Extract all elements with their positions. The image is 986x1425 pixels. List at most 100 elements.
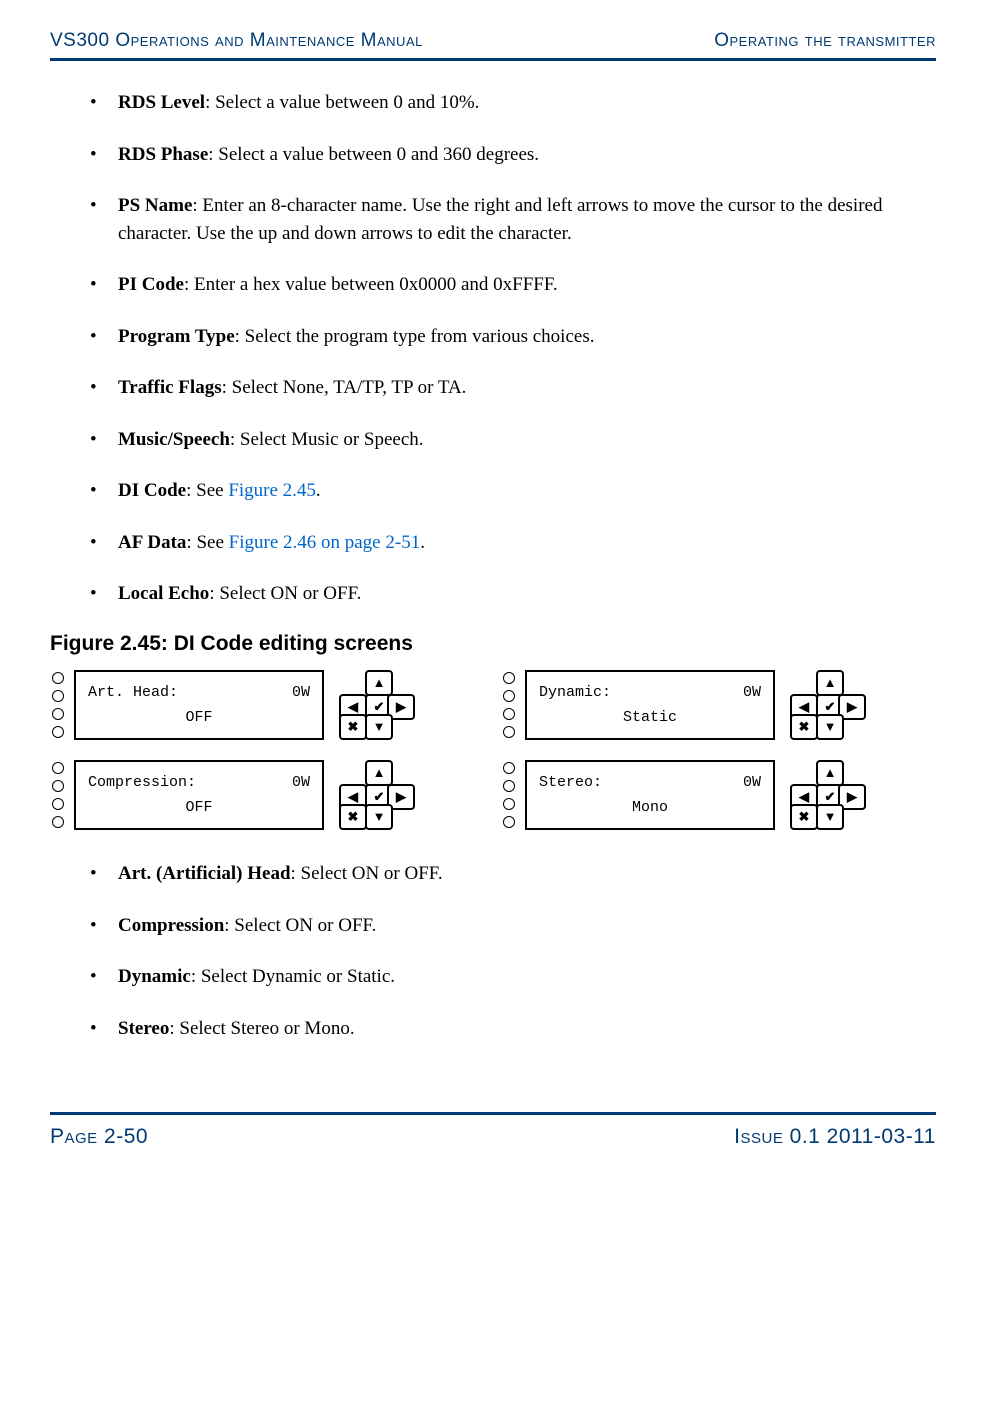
led-icon (503, 780, 515, 792)
bullet-label: PS Name (118, 195, 192, 216)
cancel-icon[interactable]: ✖ (339, 714, 367, 740)
lcd-label: Stereo: (539, 774, 602, 791)
lcd-value: OFF (88, 709, 310, 726)
bullet-list-top: RDS Level: Select a value between 0 and … (90, 89, 936, 608)
bullet-text: : See (186, 480, 228, 501)
bullet-item: RDS Phase: Select a value between 0 and … (90, 141, 936, 169)
figure-grid: Art. Head: 0W OFF ▲ ◀ ✔ ▶ ✖ ▼ Dynamic: 0W … (50, 668, 936, 832)
arrow-down-icon[interactable]: ▼ (816, 714, 844, 740)
keypad: ▲ ◀ ✔ ▶ ✖ ▼ (332, 760, 422, 830)
lcd-right: 0W (292, 774, 310, 791)
led-icon (503, 726, 515, 738)
bullet-item: Music/Speech: Select Music or Speech. (90, 426, 936, 454)
cancel-icon[interactable]: ✖ (790, 714, 818, 740)
xref-link[interactable]: Figure 2.45 (228, 480, 316, 501)
led-icon (503, 816, 515, 828)
bullet-text: : Select a value between 0 and 360 degre… (208, 144, 539, 165)
lcd-screen: Stereo:0W Mono (525, 760, 775, 830)
bullet-item: Dynamic: Select Dynamic or Static. (90, 963, 936, 991)
bullet-label: AF Data (118, 532, 186, 553)
bullet-item: Local Echo: Select ON or OFF. (90, 580, 936, 608)
screen-unit: Compression:0W OFF ▲ ◀ ✔ ▶ ✖ ▼ (50, 758, 485, 832)
figure-title: Figure 2.45: DI Code editing screens (50, 632, 936, 656)
led-icon (503, 708, 515, 720)
footer-left: Page 2-50 (50, 1125, 148, 1149)
led-column (501, 758, 517, 832)
bullet-label: Stereo (118, 1018, 169, 1039)
led-icon (503, 762, 515, 774)
led-icon (503, 798, 515, 810)
header-rule (50, 58, 936, 61)
bullet-label: Program Type (118, 326, 235, 347)
lcd-screen: Dynamic: 0W Static (525, 670, 775, 740)
bullet-label: RDS Level (118, 92, 205, 113)
bullet-label: Local Echo (118, 583, 209, 604)
keypad: ▲ ◀ ✔ ▶ ✖ ▼ (783, 760, 873, 830)
bullet-label: Music/Speech (118, 429, 230, 450)
bullet-text: : Select the program type from various c… (235, 326, 595, 347)
lcd-right: 0W (743, 684, 761, 701)
lcd-label: Art. Head: (88, 684, 178, 701)
bullet-item: AF Data: See Figure 2.46 on page 2-51. (90, 529, 936, 557)
bullet-label: Compression (118, 915, 224, 936)
arrow-down-icon[interactable]: ▼ (816, 804, 844, 830)
lcd-right: 0W (292, 684, 310, 701)
lcd-label: Dynamic: (539, 684, 611, 701)
keypad: ▲ ◀ ✔ ▶ ✖ ▼ (332, 670, 422, 740)
footer-right: Issue 0.1 2011-03-11 (734, 1125, 936, 1149)
bullet-item: Stereo: Select Stereo or Mono. (90, 1015, 936, 1043)
bullet-text: : Select ON or OFF. (209, 583, 361, 604)
lcd-label: Compression: (88, 774, 196, 791)
arrow-down-icon[interactable]: ▼ (365, 804, 393, 830)
led-icon (52, 816, 64, 828)
arrow-down-icon[interactable]: ▼ (365, 714, 393, 740)
led-icon (52, 726, 64, 738)
screen-unit: Dynamic:0W Static ▲ ◀ ✔ ▶ ✖ ▼ (501, 668, 936, 742)
header-right: Operating the transmitter (714, 30, 936, 52)
bullet-text: : Select Dynamic or Static. (191, 966, 395, 987)
bullet-label: PI Code (118, 274, 184, 295)
led-icon (503, 672, 515, 684)
bullet-text: : Select None, TA/TP, TP or TA. (222, 377, 467, 398)
bullet-item: Traffic Flags: Select None, TA/TP, TP or… (90, 374, 936, 402)
bullet-text: : Select Music or Speech. (230, 429, 424, 450)
led-icon (52, 762, 64, 774)
bullet-text: . (316, 480, 321, 501)
bullet-label: Art. (Artificial) Head (118, 863, 291, 884)
bullet-text: : Select ON or OFF. (224, 915, 376, 936)
bullet-text: : See (186, 532, 228, 553)
bullet-list-bottom: Art. (Artificial) Head : Select ON or OFF… (90, 860, 936, 1042)
lcd-screen: Compression:0W OFF (74, 760, 324, 830)
arrow-up-icon[interactable]: ▲ (365, 760, 393, 786)
led-icon (52, 672, 64, 684)
bullet-label: RDS Phase (118, 144, 208, 165)
led-icon (52, 708, 64, 720)
bullet-item: PI Code: Enter a hex value between 0x000… (90, 271, 936, 299)
bullet-label: Dynamic (118, 966, 191, 987)
bullet-text: : Select a value between 0 and 10%. (205, 92, 479, 113)
cancel-icon[interactable]: ✖ (790, 804, 818, 830)
bullet-text: . (420, 532, 425, 553)
arrow-up-icon[interactable]: ▲ (816, 760, 844, 786)
bullet-item: DI Code: See Figure 2.45. (90, 477, 936, 505)
led-icon (503, 690, 515, 702)
arrow-up-icon[interactable]: ▲ (816, 670, 844, 696)
xref-link[interactable]: Figure 2.46 on page 2-51 (229, 532, 421, 553)
led-column (50, 758, 66, 832)
bullet-text: : Select Stereo or Mono. (169, 1018, 354, 1039)
led-column (50, 668, 66, 742)
bullet-item: Program Type: Select the program type fr… (90, 323, 936, 351)
page-header: VS300 Operations and Maintenance Manual … (50, 30, 936, 58)
bullet-text: : Enter an 8-character name. Use the rig… (118, 195, 882, 244)
page-footer: Page 2-50 Issue 0.1 2011-03-11 (50, 1125, 936, 1149)
bullet-text: : Enter a hex value between 0x0000 and 0… (184, 274, 558, 295)
screen-unit: Art. Head: 0W OFF ▲ ◀ ✔ ▶ ✖ ▼ (50, 668, 485, 742)
bullet-item: PS Name: Enter an 8-character name. Use … (90, 192, 936, 247)
screen-unit: Stereo:0W Mono ▲ ◀ ✔ ▶ ✖ ▼ (501, 758, 936, 832)
lcd-value: Static (539, 709, 761, 726)
arrow-up-icon[interactable]: ▲ (365, 670, 393, 696)
lcd-value: Mono (539, 799, 761, 816)
cancel-icon[interactable]: ✖ (339, 804, 367, 830)
led-icon (52, 798, 64, 810)
bullet-label: DI Code (118, 480, 186, 501)
